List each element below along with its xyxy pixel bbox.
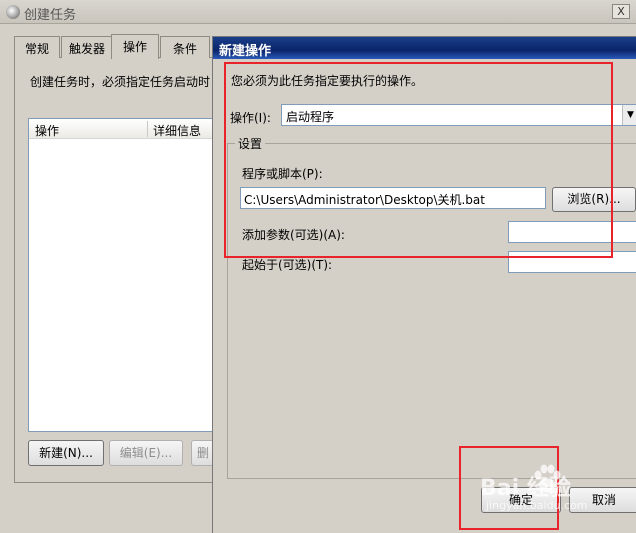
new-action-title: 新建操作 bbox=[219, 44, 272, 59]
actions-list-header: 操作 详细信息 bbox=[29, 119, 213, 139]
column-separator[interactable] bbox=[147, 121, 148, 137]
baidu-watermark: Bai 经验 bbox=[480, 476, 571, 501]
create-task-title: 创建任务 bbox=[24, 8, 77, 23]
chevron-down-icon[interactable]: ▼ bbox=[622, 105, 636, 125]
column-details[interactable]: 详细信息 bbox=[153, 122, 201, 139]
close-icon[interactable]: X bbox=[612, 4, 630, 19]
new-action-button[interactable]: 新建(N)... bbox=[28, 440, 104, 466]
create-task-titlebar[interactable]: 创建任务 X bbox=[0, 0, 636, 24]
edit-action-button[interactable]: 编辑(E)... bbox=[109, 440, 183, 466]
tab-general[interactable]: 常规 bbox=[14, 36, 60, 58]
tab-conditions[interactable]: 条件 bbox=[160, 36, 210, 58]
actions-list[interactable]: 操作 详细信息 bbox=[28, 118, 214, 432]
task-scheduler-icon bbox=[6, 5, 20, 19]
baidu-watermark-url: jingyan.baidu.com bbox=[486, 499, 588, 512]
actions-description: 创建任务时，必须指定任务启动时 bbox=[30, 75, 211, 89]
new-action-titlebar[interactable]: 新建操作 bbox=[213, 37, 636, 59]
column-action[interactable]: 操作 bbox=[35, 122, 59, 139]
highlight-box-settings bbox=[224, 62, 613, 258]
tab-triggers[interactable]: 触发器 bbox=[61, 36, 113, 58]
start-in-label: 起始于(可选)(T): bbox=[242, 258, 333, 272]
tab-actions[interactable]: 操作 bbox=[111, 34, 159, 59]
